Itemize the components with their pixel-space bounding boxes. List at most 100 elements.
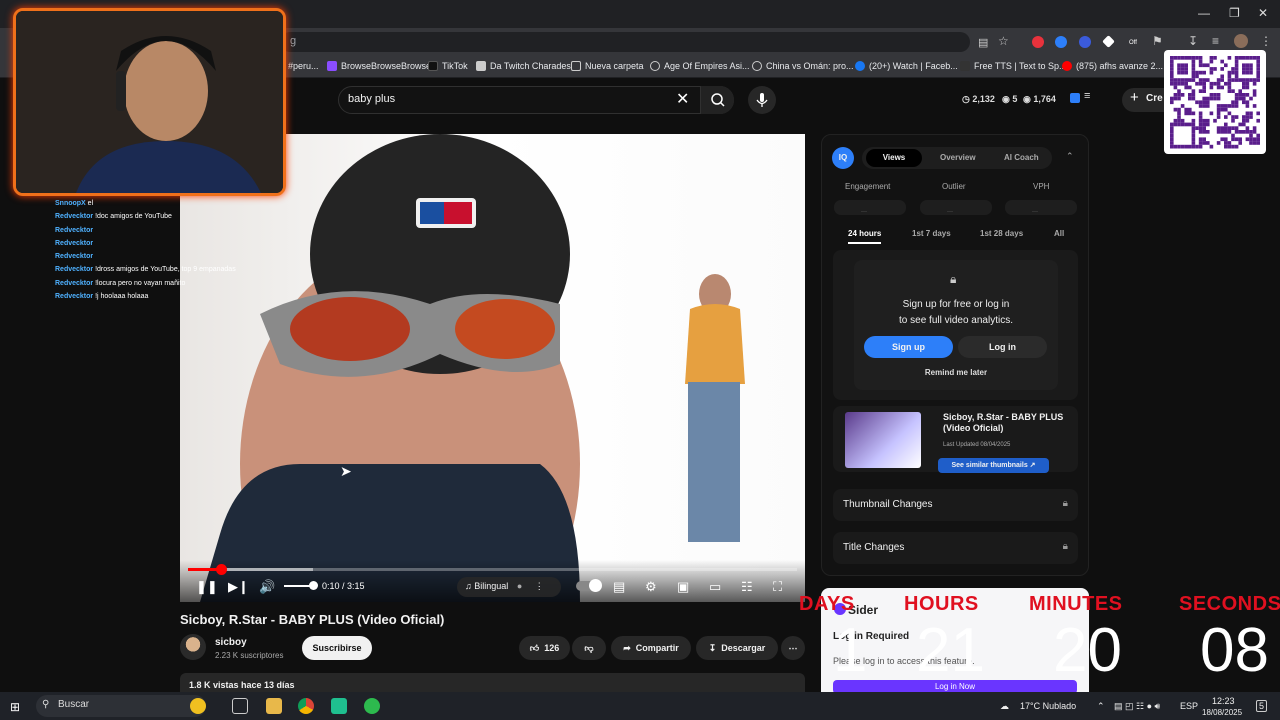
bookmark-item[interactable]: (875) afhs avanze 2... bbox=[1062, 61, 1163, 71]
restore-icon[interactable]: ❐ bbox=[1229, 6, 1240, 20]
copilot-icon[interactable] bbox=[190, 698, 206, 714]
like-button[interactable]: 👍︎ 126 bbox=[519, 636, 570, 660]
bilingual-audio-toggle[interactable]: ♫ Bilingual ● ⋮ bbox=[457, 577, 561, 597]
range-all[interactable]: All bbox=[1054, 229, 1064, 238]
search-query: baby plus bbox=[348, 93, 396, 105]
app-icon[interactable] bbox=[364, 698, 380, 714]
video-thumbnail[interactable] bbox=[845, 412, 921, 468]
signup-button[interactable]: Sign up bbox=[864, 336, 953, 358]
notification-badge[interactable]: 5 bbox=[1256, 700, 1268, 712]
login-button[interactable]: Log in bbox=[958, 336, 1047, 358]
stats-menu-icon[interactable]: ≡ bbox=[1084, 90, 1090, 102]
file-explorer-icon[interactable] bbox=[266, 698, 282, 714]
thumbnail-changes-label: Thumbnail Changes bbox=[843, 499, 933, 510]
bookmark-label: Free TTS | Text to Sp... bbox=[974, 61, 1067, 71]
bookmark-item[interactable]: #peru... bbox=[288, 61, 319, 71]
cast-icon[interactable]: ☷ bbox=[741, 578, 753, 596]
download-icon[interactable]: ↧ bbox=[1188, 34, 1198, 48]
bookmark-label: BrowseBrowseBrowse bbox=[341, 61, 432, 71]
extension-blue-icon[interactable] bbox=[1079, 36, 1091, 48]
subtitles-icon[interactable]: ▤ bbox=[613, 578, 625, 596]
extension-vidiq-icon[interactable] bbox=[1055, 36, 1067, 48]
language-indicator[interactable]: ESP bbox=[1180, 701, 1198, 711]
range-24-hours[interactable]: 24 hours bbox=[848, 229, 882, 244]
bookmark-item[interactable]: (20+) Watch | Faceb... bbox=[855, 61, 958, 71]
weather-text[interactable]: 17°C Nublado bbox=[1020, 701, 1076, 711]
dislike-button[interactable]: 👎︎ bbox=[572, 636, 606, 660]
similar-thumbnails-button[interactable]: See similar thumbnails ↗ bbox=[938, 458, 1049, 473]
tray-icons[interactable]: ▤ ◰ ☷ ● 🔊︎ bbox=[1114, 701, 1160, 712]
theater-mode-icon[interactable]: ▭ bbox=[709, 578, 721, 596]
extensions-puzzle-icon[interactable]: ⚑ bbox=[1152, 34, 1163, 48]
tab-ai-coach[interactable]: AI Coach bbox=[1004, 153, 1039, 162]
range-28-days[interactable]: 1st 28 days bbox=[980, 229, 1023, 238]
bookmark-label: Da Twitch Charades bbox=[490, 61, 571, 71]
media-icon[interactable]: ≡ bbox=[1212, 34, 1219, 48]
thumbnail-updated: Last Updated 08/04/2025 bbox=[943, 442, 1011, 448]
collapse-chevron-icon[interactable]: ⌃ bbox=[1066, 151, 1074, 162]
tab-views[interactable]: Views bbox=[866, 149, 922, 167]
tab-overview[interactable]: Overview bbox=[940, 153, 976, 162]
chat-username: Redvecktor bbox=[55, 253, 94, 261]
profile-avatar[interactable] bbox=[1234, 34, 1248, 48]
download-arrow-icon: ↧ bbox=[708, 642, 717, 653]
chat-text: !locura pero no vayan mañito bbox=[95, 279, 186, 287]
app-icon[interactable] bbox=[331, 698, 347, 714]
search-button[interactable] bbox=[700, 86, 734, 114]
thumbnail-changes-row[interactable]: Thumbnail Changes 🔒︎ bbox=[833, 489, 1078, 521]
close-window-icon[interactable]: ✕ bbox=[1258, 6, 1268, 20]
bookmark-item[interactable]: Free TTS | Text to Sp... bbox=[960, 61, 1067, 71]
remind-later-link[interactable]: Remind me later bbox=[856, 368, 1056, 377]
bookmark-item[interactable]: BrowseBrowseBrowse bbox=[327, 61, 431, 71]
webcam-overlay bbox=[13, 8, 286, 196]
clock-date[interactable]: 18/08/2025 bbox=[1202, 708, 1242, 717]
progress-scrubber[interactable] bbox=[216, 564, 227, 575]
settings-gear-icon[interactable]: ⚙ bbox=[645, 578, 657, 596]
miniplayer-icon[interactable]: ▣ bbox=[677, 578, 689, 596]
youtube-icon bbox=[1062, 61, 1072, 71]
bookmark-star-icon[interactable]: ☆ bbox=[998, 34, 1009, 48]
chat-message: Redvecktor !j hoolaaa holaaa bbox=[55, 290, 295, 303]
title-changes-row[interactable]: Title Changes 🔒︎ bbox=[833, 532, 1078, 564]
vidiq-header-icon[interactable] bbox=[1070, 93, 1080, 103]
clock-time[interactable]: 12:23 bbox=[1212, 696, 1235, 706]
voice-search-button[interactable] bbox=[748, 86, 776, 114]
minimize-icon[interactable]: — bbox=[1198, 6, 1210, 20]
lock-icon: 🔒︎ bbox=[1062, 498, 1068, 509]
next-video-icon[interactable]: ▶❙ bbox=[228, 578, 249, 596]
volume-icon[interactable]: 🔊 bbox=[259, 578, 275, 596]
clear-search-icon[interactable]: ✕ bbox=[676, 89, 689, 109]
bookmark-item[interactable]: TikTok bbox=[428, 61, 468, 71]
task-view-icon[interactable] bbox=[232, 698, 248, 714]
volume-knob[interactable] bbox=[309, 581, 318, 590]
more-options-icon[interactable]: ⋮ bbox=[535, 581, 544, 591]
bookmark-item[interactable]: Da Twitch Charades bbox=[476, 61, 571, 71]
channel-name[interactable]: sicboy bbox=[215, 637, 247, 648]
extension-red-icon[interactable] bbox=[1032, 36, 1044, 48]
bookmark-item[interactable]: China vs Omán: pro... bbox=[752, 61, 854, 71]
browser-menu-icon[interactable]: ⋮ bbox=[1260, 34, 1272, 48]
address-bar[interactable]: g bbox=[280, 32, 970, 52]
range-7-days[interactable]: 1st 7 days bbox=[912, 229, 951, 238]
bookmark-folder[interactable]: Nueva carpeta bbox=[571, 61, 644, 71]
fullscreen-icon[interactable]: ⛶ bbox=[773, 578, 782, 596]
share-button[interactable]: ➦ Compartir bbox=[611, 636, 691, 660]
more-actions-button[interactable]: ⋯ bbox=[781, 636, 805, 660]
pause-icon[interactable]: ❚❚ bbox=[196, 578, 218, 596]
chrome-icon[interactable] bbox=[298, 698, 314, 714]
download-button[interactable]: ↧ Descargar bbox=[696, 636, 778, 660]
bookmark-item[interactable]: Age Of Empires Asi... bbox=[650, 61, 750, 71]
taskbar-search[interactable]: Buscar bbox=[36, 695, 206, 717]
channel-avatar[interactable] bbox=[180, 634, 206, 660]
like-count: 126 bbox=[544, 643, 560, 653]
stat-watchers-value: 1,764 bbox=[1033, 94, 1056, 104]
subscribe-button[interactable]: Suscribirse bbox=[302, 636, 372, 660]
tray-chevron-icon[interactable]: ⌃ bbox=[1097, 701, 1105, 712]
signup-line1: Sign up for free or log in bbox=[902, 299, 1010, 310]
countdown-minutes-label: MINUTES bbox=[1029, 593, 1123, 615]
chat-username: Redvecktor bbox=[55, 239, 94, 247]
install-app-icon[interactable]: ▤ bbox=[978, 36, 988, 49]
windows-start-icon[interactable]: ⊞ bbox=[10, 700, 20, 714]
chat-message: Redvecktor !dross amigos de YouTube, top… bbox=[55, 263, 295, 276]
search-input[interactable] bbox=[338, 86, 734, 114]
